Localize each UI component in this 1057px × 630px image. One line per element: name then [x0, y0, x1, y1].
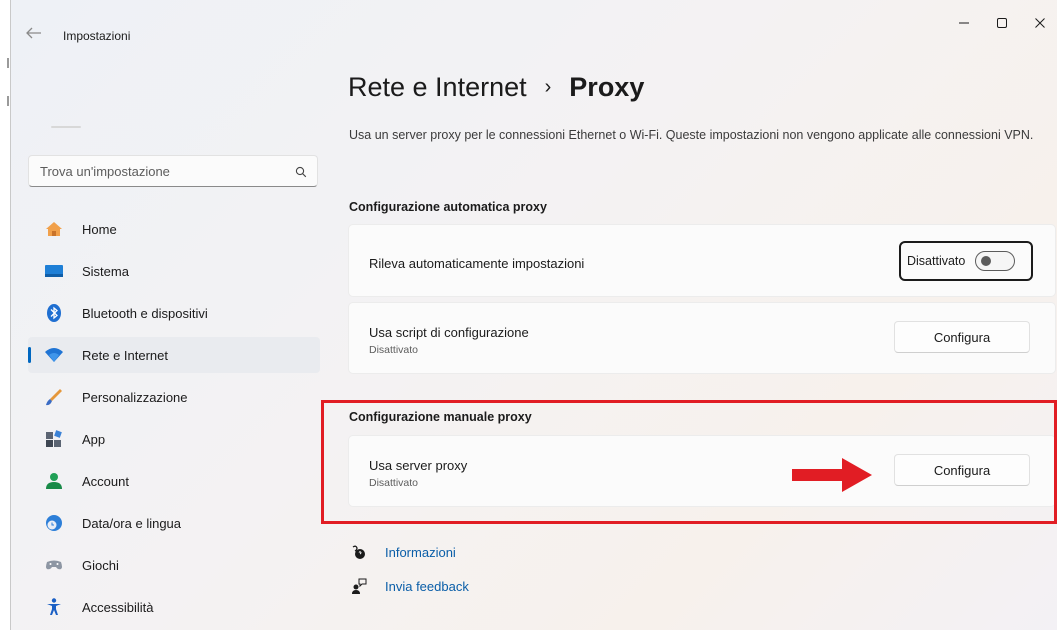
- brush-icon: [44, 387, 64, 407]
- maximize-button[interactable]: [989, 12, 1015, 34]
- detect-settings-toggle[interactable]: [975, 251, 1016, 271]
- bluetooth-icon: [44, 303, 64, 323]
- app-title: Impostazioni: [63, 29, 131, 43]
- config-script-label: Usa script di configurazione: [369, 325, 529, 340]
- sidebar-nav: Home Sistema Bluetooth e dispositivi Ret…: [28, 211, 320, 630]
- sidebar-item-label: Home: [82, 221, 117, 237]
- wifi-icon: [44, 345, 64, 365]
- account-icon: [44, 471, 64, 491]
- apps-icon: [44, 429, 64, 449]
- sidebar-item-rete-internet[interactable]: Rete e Internet: [28, 337, 320, 373]
- sidebar-item-personalizzazione[interactable]: Personalizzazione: [28, 379, 320, 415]
- back-arrow-icon[interactable]: [25, 26, 43, 40]
- close-icon: [1035, 18, 1045, 28]
- feedback-icon: [351, 578, 367, 594]
- section-title-auto-proxy: Configurazione automatica proxy: [349, 200, 547, 214]
- page-description: Usa un server proxy per le connessioni E…: [349, 128, 1034, 142]
- minimize-button[interactable]: [951, 12, 977, 34]
- detect-settings-label: Rileva automaticamente impostazioni: [369, 256, 585, 271]
- sidebar-item-label: Personalizzazione: [82, 389, 188, 405]
- minimize-icon: [959, 22, 969, 24]
- sidebar-item-label: Bluetooth e dispositivi: [82, 305, 208, 321]
- breadcrumb-separator: ›: [544, 76, 552, 98]
- manual-proxy-highlight-box: [321, 400, 1057, 524]
- sidebar-item-label: Rete e Internet: [82, 347, 168, 363]
- sidebar-item-bluetooth[interactable]: Bluetooth e dispositivi: [28, 295, 320, 331]
- pointer-arrow-icon: [792, 458, 872, 492]
- breadcrumb: Rete e Internet › Proxy: [348, 72, 644, 103]
- page-title: Proxy: [569, 72, 645, 102]
- home-icon: [44, 219, 64, 239]
- active-indicator: [28, 347, 31, 363]
- help-icon: [351, 544, 367, 560]
- accessibility-icon: [44, 597, 64, 617]
- sidebar-item-app[interactable]: App: [28, 421, 320, 457]
- sidebar-item-label: Sistema: [82, 263, 129, 279]
- gamepad-icon: [44, 555, 64, 575]
- sidebar-item-label: Accessibilità: [82, 599, 154, 615]
- sidebar-item-giochi[interactable]: Giochi: [28, 547, 320, 583]
- sidebar-item-accessibilita[interactable]: Accessibilità: [28, 589, 320, 625]
- sidebar-item-data-ora-lingua[interactable]: Data/ora e lingua: [28, 505, 320, 541]
- config-script-configure-button[interactable]: Configura: [894, 321, 1030, 353]
- config-script-card: Usa script di configurazione Disattivato…: [348, 302, 1056, 374]
- title-bar: Impostazioni: [11, 0, 1057, 64]
- search-input[interactable]: [40, 163, 280, 179]
- sidebar-item-label: Giochi: [82, 557, 119, 573]
- monitor-icon: [44, 261, 64, 281]
- sidebar-item-label: App: [82, 431, 106, 447]
- sidebar-item-account[interactable]: Account: [28, 463, 320, 499]
- help-link-label[interactable]: Informazioni: [385, 545, 456, 560]
- search-icon[interactable]: [295, 165, 307, 178]
- detect-settings-toggle-group[interactable]: Disattivato: [899, 241, 1033, 281]
- edge-mark: [7, 96, 9, 106]
- sidebar-item-sistema[interactable]: Sistema: [28, 253, 320, 289]
- avatar: [51, 126, 81, 128]
- edge-mark: [7, 58, 9, 68]
- background-window-edge: [0, 0, 10, 630]
- feedback-link[interactable]: Invia feedback: [351, 578, 469, 594]
- detect-settings-card: Rileva automaticamente impostazioni Disa…: [348, 224, 1056, 297]
- clock-globe-icon: [44, 513, 64, 533]
- settings-window: Impostazioni Home Sistema: [10, 0, 1057, 630]
- sidebar-item-label: Account: [82, 473, 129, 489]
- toggle-knob: [981, 256, 992, 266]
- close-button[interactable]: [1027, 12, 1053, 34]
- help-link[interactable]: Informazioni: [351, 544, 456, 560]
- breadcrumb-parent[interactable]: Rete e Internet: [348, 72, 527, 103]
- sidebar-item-home[interactable]: Home: [28, 211, 320, 247]
- search-box[interactable]: [28, 155, 318, 187]
- config-script-status: Disattivato: [369, 344, 419, 356]
- maximize-icon: [997, 18, 1007, 28]
- feedback-link-label[interactable]: Invia feedback: [385, 579, 469, 594]
- toggle-state-label: Disattivato: [907, 254, 966, 268]
- sidebar-item-label: Data/ora e lingua: [82, 515, 182, 531]
